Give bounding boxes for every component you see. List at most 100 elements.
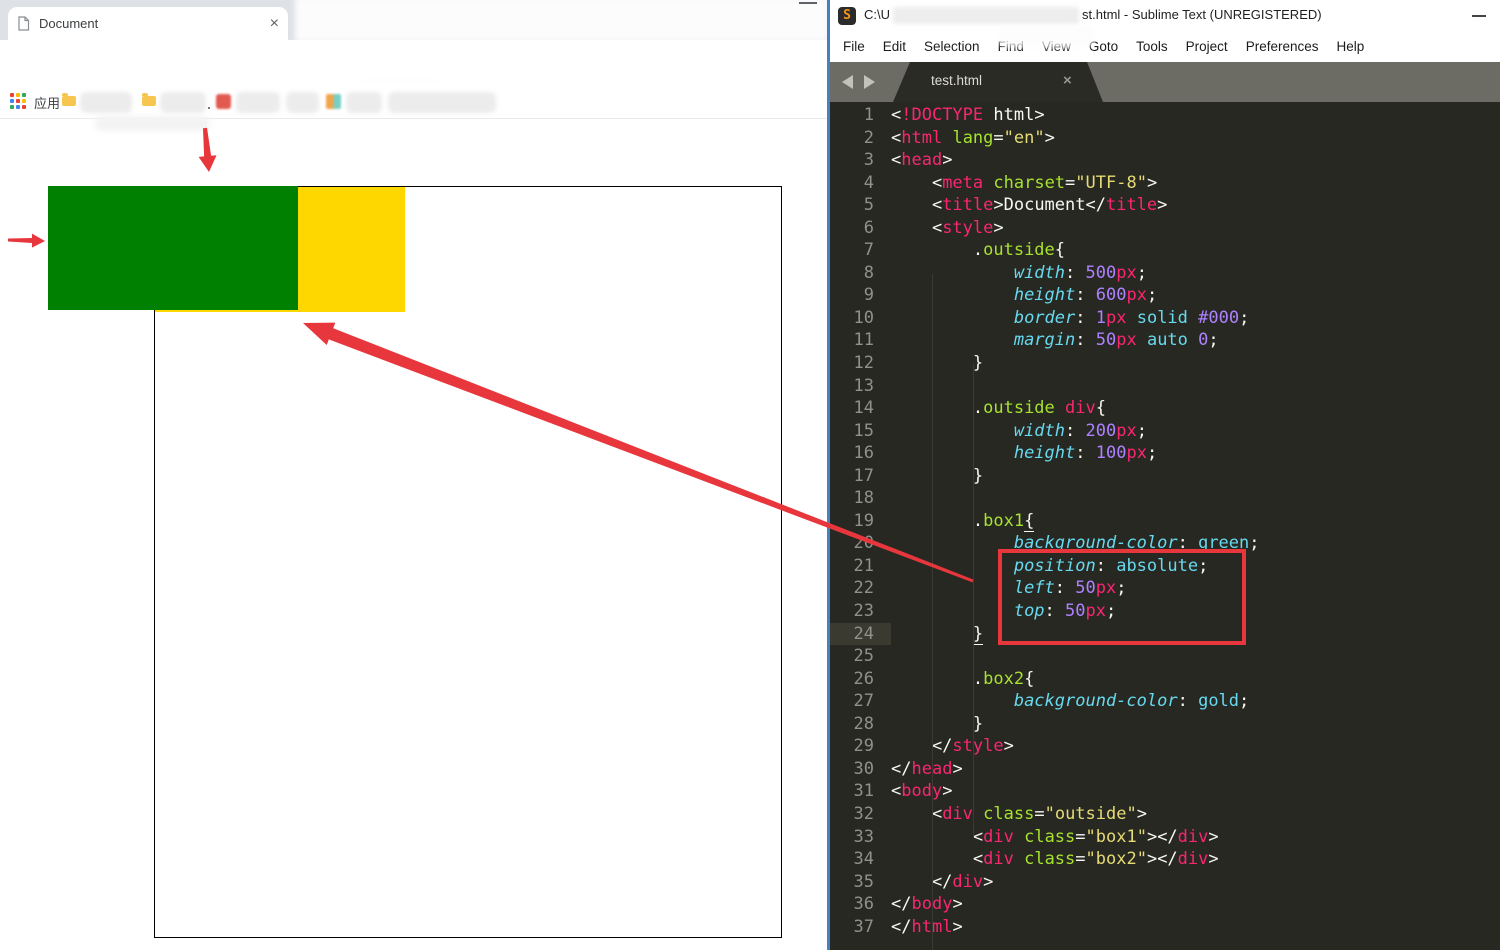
menu-item-tools[interactable]: Tools (1127, 39, 1177, 54)
code-line[interactable]: 6 <style> (830, 217, 1500, 240)
editor-tab-close-icon[interactable]: × (1063, 72, 1072, 89)
tab-nav-right-icon[interactable] (864, 75, 875, 89)
sublime-minimize-button[interactable] (1472, 15, 1486, 17)
bookmark-favicon[interactable] (326, 94, 341, 109)
code-text: height: 100px; (891, 442, 1157, 465)
line-number: 26 (830, 668, 891, 691)
browser-tab[interactable]: Document × (8, 7, 288, 40)
censor-blur (95, 116, 210, 131)
menu-item-edit[interactable]: Edit (874, 39, 915, 54)
code-line[interactable]: 11 margin: 50px auto 0; (830, 329, 1500, 352)
code-line[interactable]: 29 </style> (830, 735, 1500, 758)
bookmark-favicon[interactable] (216, 94, 231, 109)
code-line[interactable]: 31<body> (830, 780, 1500, 803)
censored-bookmark[interactable] (236, 92, 280, 113)
tab-close-icon[interactable]: × (270, 15, 279, 33)
code-text: } (891, 623, 983, 646)
annotation-highlight-rect (998, 549, 1246, 645)
code-text: <div class="box2"></div> (891, 848, 1219, 871)
code-line[interactable]: 2<html lang="en"> (830, 127, 1500, 150)
code-line[interactable]: 34 <div class="box2"></div> (830, 848, 1500, 871)
code-text: </body> (891, 893, 963, 916)
screenshot-root: Document × + 文件 | file:// (0, 0, 1500, 950)
browser-toolbar: 文件 | file:///C:/U /test.html G 文 (0, 40, 827, 84)
code-text: <meta charset="UTF-8"> (891, 172, 1157, 195)
line-number: 3 (830, 149, 891, 172)
code-line[interactable]: 14 .outside div{ (830, 397, 1500, 420)
code-line[interactable]: 9 height: 600px; (830, 284, 1500, 307)
sublime-menubar: FileEditSelectionFindViewGotoToolsProjec… (830, 31, 1500, 62)
line-number: 37 (830, 916, 891, 939)
tab-nav-left-icon[interactable] (842, 75, 853, 89)
code-text: </div> (891, 871, 993, 894)
code-line[interactable]: 18 (830, 487, 1500, 510)
censored-bookmark[interactable] (80, 92, 132, 113)
browser-minimize-button[interactable] (799, 2, 817, 4)
bookmark-folder-icon[interactable] (142, 96, 156, 106)
bookmark-separator-dot (208, 107, 210, 109)
menu-item-project[interactable]: Project (1177, 39, 1237, 54)
code-line[interactable]: 16 height: 100px; (830, 442, 1500, 465)
code-line[interactable]: 13 (830, 375, 1500, 398)
apps-grid-icon[interactable] (10, 93, 26, 109)
code-line[interactable]: 25 (830, 645, 1500, 668)
line-number: 15 (830, 420, 891, 443)
censored-bookmark[interactable] (388, 92, 496, 113)
code-text: border: 1px solid #000; (891, 307, 1249, 330)
code-text: } (891, 713, 983, 736)
censored-bookmark[interactable] (346, 92, 382, 113)
code-text: .outside div{ (891, 397, 1106, 420)
code-line[interactable]: 28 } (830, 713, 1500, 736)
code-line[interactable]: 10 border: 1px solid #000; (830, 307, 1500, 330)
code-line[interactable]: 15 width: 200px; (830, 420, 1500, 443)
menu-item-preferences[interactable]: Preferences (1237, 39, 1328, 54)
code-line[interactable]: 4 <meta charset="UTF-8"> (830, 172, 1500, 195)
code-line[interactable]: 8 width: 500px; (830, 262, 1500, 285)
sublime-text-window: S C:\Ust.html - Sublime Text (UNREGISTER… (827, 0, 1500, 950)
code-text: <!DOCTYPE html> (891, 104, 1045, 127)
censored-bookmark[interactable] (160, 92, 206, 113)
line-number: 5 (830, 194, 891, 217)
code-line[interactable]: 7 .outside{ (830, 239, 1500, 262)
code-line[interactable]: 3<head> (830, 149, 1500, 172)
code-line[interactable]: 5 <title>Document</title> (830, 194, 1500, 217)
code-line[interactable]: 35 </div> (830, 871, 1500, 894)
page-favicon-icon (17, 16, 30, 31)
code-editor[interactable]: 1<!DOCTYPE html>2<html lang="en">3<head>… (830, 102, 1500, 950)
line-number: 27 (830, 690, 891, 713)
chrome-browser-window: Document × + 文件 | file:// (0, 0, 827, 950)
sublime-tab-bar: test.html × (830, 62, 1500, 102)
code-line[interactable]: 26 .box2{ (830, 668, 1500, 691)
code-line[interactable]: 30</head> (830, 758, 1500, 781)
line-number: 6 (830, 217, 891, 240)
menu-item-help[interactable]: Help (1328, 39, 1374, 54)
code-text: </head> (891, 758, 963, 781)
bookmark-folder-icon[interactable] (62, 96, 76, 106)
code-text: width: 500px; (891, 262, 1147, 285)
line-number: 17 (830, 465, 891, 488)
window-title: C:\Ust.html - Sublime Text (UNREGISTERED… (864, 7, 1322, 24)
editor-tab-label: test.html (931, 73, 982, 88)
editor-tab[interactable]: test.html × (893, 62, 1103, 102)
menu-item-selection[interactable]: Selection (915, 39, 989, 54)
code-line[interactable]: 27 background-color: gold; (830, 690, 1500, 713)
code-line[interactable]: 33 <div class="box1"></div> (830, 826, 1500, 849)
code-text: } (891, 465, 983, 488)
code-line[interactable]: 12 } (830, 352, 1500, 375)
line-number: 23 (830, 600, 891, 623)
apps-label[interactable]: 应用 (34, 93, 60, 112)
line-number: 31 (830, 780, 891, 803)
code-lines: 1<!DOCTYPE html>2<html lang="en">3<head>… (830, 104, 1500, 938)
code-line[interactable]: 32 <div class="outside"> (830, 803, 1500, 826)
code-line[interactable]: 1<!DOCTYPE html> (830, 104, 1500, 127)
code-line[interactable]: 37</html> (830, 916, 1500, 939)
censored-bookmark[interactable] (286, 92, 319, 113)
code-line[interactable]: 36</body> (830, 893, 1500, 916)
code-line[interactable]: 19 .box1{ (830, 510, 1500, 533)
line-number: 28 (830, 713, 891, 736)
line-number: 9 (830, 284, 891, 307)
code-line[interactable]: 17 } (830, 465, 1500, 488)
code-text: <head> (891, 149, 952, 172)
menu-item-file[interactable]: File (834, 39, 874, 54)
censor-blur (998, 26, 1094, 48)
